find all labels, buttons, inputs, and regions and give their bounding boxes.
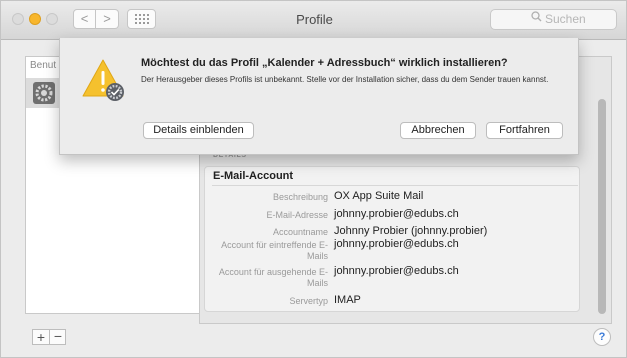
detail-key: Servertyp <box>289 296 328 306</box>
detail-value: Johnny Probier (johnny.probier) <box>334 225 488 237</box>
detail-key: E-Mail-Adresse <box>266 210 328 220</box>
detail-key: Account für ausgehende E-Mails <box>218 267 328 288</box>
card-title: E-Mail-Account <box>213 170 294 182</box>
detail-value: IMAP <box>334 294 361 306</box>
remove-profile-button[interactable]: − <box>50 329 66 343</box>
cancel-button[interactable]: Abbrechen <box>400 122 476 139</box>
dialog-message: Der Herausgeber dieses Profils ist unbek… <box>141 75 549 84</box>
detail-value: OX App Suite Mail <box>334 190 424 202</box>
title-bar: < > Profile Suchen <box>1 1 626 40</box>
detail-value: johnny.probier@edubs.ch <box>334 208 459 220</box>
warning-profile-icon <box>82 59 124 101</box>
detail-value: johnny.probier@edubs.ch <box>334 265 459 277</box>
detail-key: Account für eintreffende E-Mails <box>221 240 328 261</box>
card-divider <box>212 185 578 186</box>
preferences-window: < > Profile Suchen Benut DETAILS E-Mail-… <box>0 0 627 358</box>
dialog-heading: Möchtest du das Profil „Kalender + Adres… <box>141 57 508 69</box>
scrollbar[interactable] <box>598 99 606 314</box>
add-remove-control: + − <box>32 329 66 345</box>
show-details-button[interactable]: Details einblenden <box>143 122 254 139</box>
search-icon <box>531 11 542 22</box>
detail-key: Accountname <box>272 227 328 237</box>
detail-key: Beschreibung <box>272 192 328 202</box>
continue-button[interactable]: Fortfahren <box>486 122 563 139</box>
detail-value: johnny.probier@edubs.ch <box>334 238 459 250</box>
search-placeholder: Suchen <box>545 12 586 26</box>
search-field[interactable]: Suchen <box>490 9 617 30</box>
help-button[interactable]: ? <box>593 328 611 346</box>
add-profile-button[interactable]: + <box>33 330 49 344</box>
gear-icon <box>33 82 55 104</box>
